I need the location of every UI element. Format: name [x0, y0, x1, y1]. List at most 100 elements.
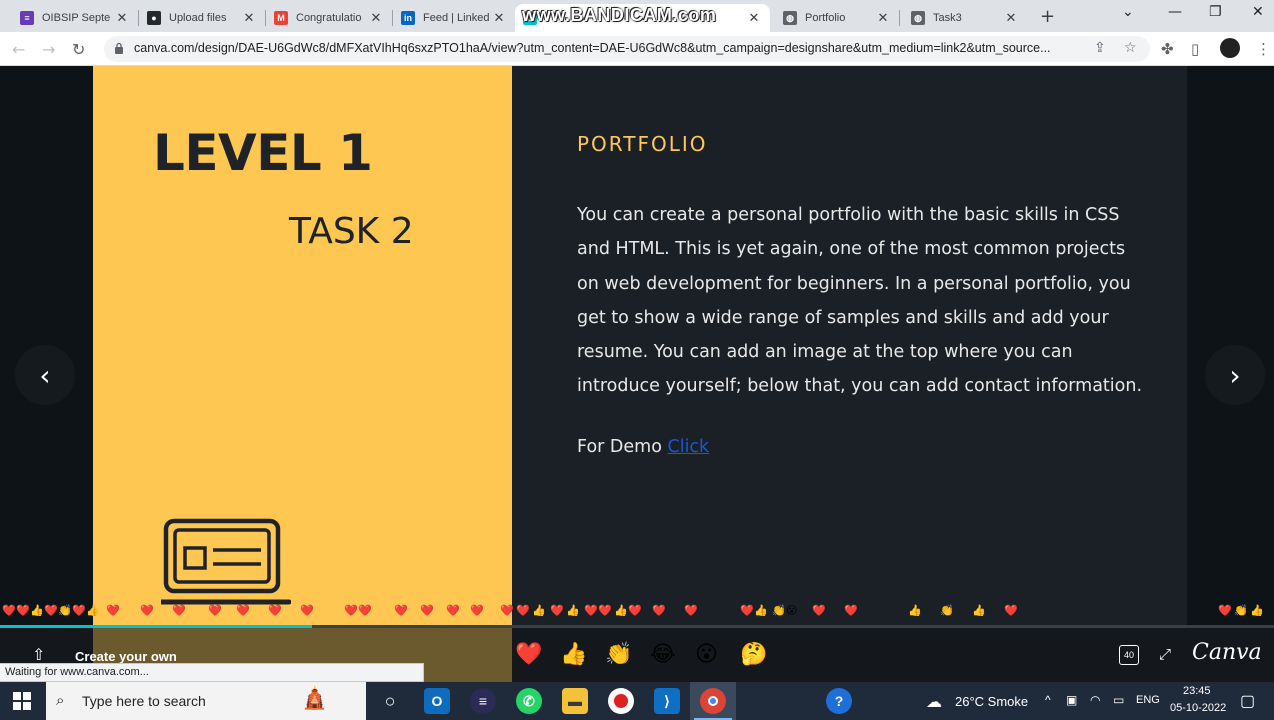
maximize-button[interactable]: ❐ [1209, 4, 1222, 20]
network-icon[interactable]: ▣ [1066, 693, 1077, 707]
floating-reaction: ❤️ [140, 604, 154, 617]
floating-reaction: 👏 [940, 604, 954, 617]
address-bar[interactable]: canva.com/design/DAE-U6GdWc8/dMFXatVIhHq… [104, 36, 1150, 62]
tab-close-icon[interactable]: ✕ [491, 10, 507, 26]
forward-button[interactable]: → [42, 40, 55, 59]
clap-reaction-button[interactable]: 👏 [605, 642, 632, 667]
outlook-icon[interactable]: O [424, 688, 450, 714]
share-icon[interactable]: ⇪ [1094, 40, 1106, 56]
tab-search-icon[interactable]: ⌄ [1122, 4, 1134, 20]
laugh-reaction-button[interactable]: 😂 [650, 642, 676, 667]
thumbs-up-reaction-button[interactable]: 👍 [560, 642, 587, 667]
slide-left-panel: LEVEL 1 TASK 2 [93, 66, 512, 686]
tab-title: Portfolio [805, 12, 846, 24]
bandicam-record-icon[interactable] [608, 688, 634, 714]
tab-close-icon[interactable]: ✕ [875, 10, 891, 26]
tab-3[interactable]: M Congratulatio ✕ [266, 4, 392, 32]
url-text: canva.com/design/DAE-U6GdWc8/dMFXatVIhHq… [134, 41, 1051, 55]
floating-reaction: 👏 [1234, 604, 1248, 617]
tab-4[interactable]: in Feed | Linked ✕ [393, 4, 515, 32]
floating-reaction: 👍 [30, 604, 44, 617]
fullscreen-icon[interactable]: ⤢ [1159, 645, 1171, 663]
vscode-icon[interactable]: ⟩ [654, 688, 680, 714]
floating-reaction: ❤️ [172, 604, 186, 617]
close-window-button[interactable]: ✕ [1252, 4, 1264, 20]
app-icon[interactable]: ≡ [470, 688, 496, 714]
github-icon: ● [147, 11, 161, 25]
floating-reaction: ❤️ [268, 604, 282, 617]
floating-reaction: ❤️ [44, 604, 58, 617]
tray-chevron-icon[interactable]: ^ [1045, 693, 1051, 707]
tab-close-icon[interactable]: ✕ [746, 10, 762, 26]
tab-close-icon[interactable]: ✕ [368, 10, 384, 26]
tab-close-icon[interactable]: ✕ [1003, 10, 1019, 26]
chrome-icon[interactable] [700, 688, 726, 714]
floating-reaction: ❤️ [1004, 604, 1018, 617]
floating-reaction: ❤️ [516, 604, 530, 617]
reactions-stream: ❤️ ❤️ 👍 ❤️ 👏 ❤️ 👍 ❤️ ❤️ ❤️ ❤️ ❤️ ❤️ ❤️ ❤️ ❤️ ❤️ ❤️ ❤️ ❤️ ❤️ ❤… [0, 602, 1274, 622]
task-view-icon[interactable]: ○ [377, 688, 403, 714]
floating-reaction: ❤️ [446, 604, 460, 617]
bookmark-star-icon[interactable]: ☆ [1124, 40, 1137, 56]
floating-reaction: ❤️ [358, 604, 372, 617]
floating-reaction: 👍 [908, 604, 922, 617]
help-icon[interactable]: ? [826, 688, 852, 714]
tab-title: OIBSIP Septe [42, 12, 111, 24]
floating-reaction: 👏 [58, 604, 72, 617]
floating-reaction: ❤️ [300, 604, 314, 617]
clock-time[interactable]: 23:45 [1183, 685, 1211, 697]
tab-separator [899, 10, 900, 26]
side-panel-icon[interactable]: ▯ [1191, 40, 1199, 58]
create-your-own-link[interactable]: Create your own [75, 649, 177, 664]
new-tab-button[interactable]: + [1040, 6, 1055, 27]
floating-reaction: 👍 [86, 604, 100, 617]
weather-icon[interactable]: ☁ [926, 692, 942, 712]
floating-reaction: ❤️ [684, 604, 698, 617]
next-slide-button[interactable]: › [1205, 345, 1265, 405]
clock-date[interactable]: 05-10-2022 [1170, 702, 1226, 714]
slide-task-title: TASK 2 [289, 211, 414, 252]
heart-reaction-button[interactable]: ❤️ [515, 642, 542, 667]
floating-reaction: ❤️ [550, 604, 564, 617]
tab-close-icon[interactable]: ✕ [114, 10, 130, 26]
forms-icon: ≡ [20, 11, 34, 25]
portfolio-heading: PORTFOLIO [577, 132, 708, 156]
floating-reaction: ❤️ [420, 604, 434, 617]
extensions-icon[interactable]: ✤ [1161, 40, 1174, 58]
floating-reaction: 👍 [532, 604, 546, 617]
tab-2[interactable]: ● Upload files ✕ [139, 4, 265, 32]
floating-reaction: ❤️ [628, 604, 642, 617]
floating-reaction: ❤️ [740, 604, 754, 617]
previous-slide-button[interactable]: ‹ [15, 345, 75, 405]
profile-avatar[interactable] [1220, 38, 1240, 58]
minimize-button[interactable]: — [1168, 4, 1182, 20]
taskbar-search[interactable]: ⌕ Type here to search 🛕 [46, 682, 366, 720]
floating-reaction: ❤️ [16, 604, 30, 617]
weather-text[interactable]: 26°C Smoke [955, 694, 1028, 709]
floating-reaction: ❤️ [584, 604, 598, 617]
menu-icon[interactable]: ⋮ [1256, 40, 1271, 58]
floating-reaction: 👍 [614, 604, 628, 617]
battery-icon[interactable]: ▭ [1113, 693, 1124, 707]
floating-reaction: 👏 [772, 604, 786, 617]
tab-6[interactable]: ◍ Portfolio ✕ [775, 4, 899, 32]
wifi-icon[interactable]: ◠ [1090, 693, 1100, 707]
demo-click-link[interactable]: Click [667, 437, 709, 457]
surprised-reaction-button[interactable]: 😮 [695, 642, 718, 667]
tab-7[interactable]: ◍ Task3 ✕ [903, 4, 1027, 32]
search-highlight-icon: 🛕 [301, 686, 329, 711]
language-indicator[interactable]: ENG [1136, 694, 1160, 706]
notifications-icon[interactable]: ▢ [1240, 691, 1255, 711]
file-explorer-icon[interactable]: ▬ [562, 688, 588, 714]
back-button[interactable]: ← [12, 40, 25, 59]
upload-icon[interactable]: ⇧ [32, 645, 45, 664]
tab-1[interactable]: ≡ OIBSIP Septe ✕ [12, 4, 138, 32]
whatsapp-icon[interactable]: ✆ [516, 688, 542, 714]
tab-close-icon[interactable]: ✕ [241, 10, 257, 26]
thinking-reaction-button[interactable]: 🤔 [740, 642, 767, 667]
canva-logo[interactable]: Canva [1192, 640, 1262, 665]
page-count-badge[interactable]: 40 [1119, 645, 1139, 665]
start-button[interactable] [13, 692, 31, 710]
slide-level-title: LEVEL 1 [153, 124, 373, 182]
reload-button[interactable]: ↻ [72, 40, 85, 59]
